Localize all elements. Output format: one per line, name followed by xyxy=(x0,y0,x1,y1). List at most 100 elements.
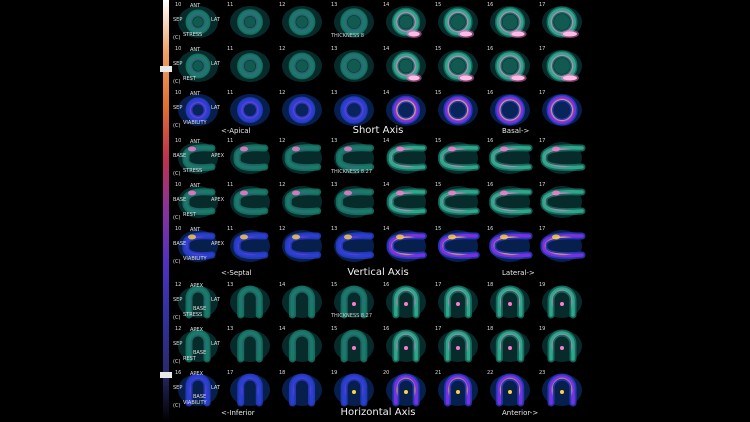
slice-number: 14 xyxy=(383,226,390,232)
slice-panel[interactable]: 15 xyxy=(433,46,483,86)
slice-panel[interactable]: 12 xyxy=(277,138,327,178)
slice-panel[interactable]: 16 xyxy=(485,46,535,86)
slice-panel[interactable]: 19 xyxy=(537,326,587,366)
row-prefix-label: (C) xyxy=(173,215,181,221)
slice-panel[interactable]: 12 xyxy=(277,182,327,222)
slice-panel[interactable]: 17 xyxy=(433,326,483,366)
slice-panel[interactable]: 16 xyxy=(485,90,535,130)
caption-left: <-Inferior xyxy=(221,409,255,417)
slice-panel[interactable]: 17 xyxy=(433,282,483,322)
slice-panel[interactable]: 15 xyxy=(329,326,379,366)
section-title: Short Axis xyxy=(352,125,404,136)
orientation-right-label: LAT xyxy=(211,297,220,303)
slice-number: 17 xyxy=(435,282,442,288)
slice-panel[interactable]: 16 xyxy=(381,282,431,322)
slice-panel[interactable]: 19 xyxy=(537,282,587,322)
slice-panel[interactable]: 15 xyxy=(433,182,483,222)
slice-panel[interactable]: 11 xyxy=(225,46,275,86)
slice-number: 15 xyxy=(331,282,338,288)
slice-image xyxy=(490,373,530,407)
slice-panel[interactable]: 11 xyxy=(225,226,275,266)
slice-panel[interactable]: 18 xyxy=(277,370,327,410)
slice-panel[interactable]: 16 xyxy=(485,226,535,266)
caption-right: Lateral-> xyxy=(502,269,535,277)
slice-image xyxy=(540,230,586,262)
perfusion-viewer: 10 11 12 13 THICKNESS 8 14 15 16 17 ANT SEP LAT (C) S… xyxy=(0,0,750,422)
slice-number: 16 xyxy=(383,326,390,332)
slice-panel[interactable]: 23 xyxy=(537,370,587,410)
row-prefix-label: (C) xyxy=(173,123,181,129)
slice-panel[interactable]: 15 xyxy=(433,226,483,266)
color-scale-bar xyxy=(163,0,169,422)
slice-number: 13 xyxy=(331,226,338,232)
row-type-label: STRESS xyxy=(183,312,203,318)
color-scale-marker-top[interactable] xyxy=(160,66,172,72)
slice-panel[interactable]: 14 xyxy=(381,90,431,130)
orientation-top-label: ANT xyxy=(190,183,201,189)
slice-panel[interactable]: 17 xyxy=(537,182,587,222)
slice-number: 16 xyxy=(487,182,494,188)
slice-panel[interactable]: 18 xyxy=(485,282,535,322)
slice-panel[interactable]: 17 xyxy=(225,370,275,410)
slice-panel[interactable]: 14 xyxy=(381,2,431,42)
slice-panel[interactable]: 12 xyxy=(277,90,327,130)
orientation-left-label: SEP xyxy=(173,385,183,391)
slice-number: 16 xyxy=(487,226,494,232)
slice-panel[interactable]: 11 xyxy=(225,90,275,130)
slice-panel[interactable]: 17 xyxy=(537,90,587,130)
slice-panel[interactable]: 14 xyxy=(381,138,431,178)
slice-image xyxy=(386,373,426,407)
slice-image xyxy=(230,94,270,126)
slice-image xyxy=(386,94,426,126)
slice-panel[interactable]: 14 xyxy=(277,282,327,322)
slice-panel[interactable]: 17 xyxy=(537,138,587,178)
slice-panel[interactable]: 12 xyxy=(277,46,327,86)
row-type-label: VIABILITY xyxy=(183,120,207,126)
slice-panel[interactable]: 12 xyxy=(277,2,327,42)
slice-panel[interactable]: 15 xyxy=(433,90,483,130)
slice-panel[interactable]: 17 xyxy=(537,226,587,266)
slice-panel[interactable]: 18 xyxy=(485,326,535,366)
slice-panel[interactable]: 13 xyxy=(329,46,379,86)
orientation-left-label: SEP xyxy=(173,105,183,111)
slice-panel[interactable]: 16 xyxy=(485,138,535,178)
slice-panel[interactable]: 21 xyxy=(433,370,483,410)
slice-panel[interactable]: 15 xyxy=(433,138,483,178)
slice-panel[interactable]: 11 xyxy=(225,2,275,42)
row-type-label: REST xyxy=(183,356,196,362)
slice-panel[interactable]: 15 THICKNESS 8.27 xyxy=(329,282,379,322)
slice-panel[interactable]: 20 xyxy=(381,370,431,410)
slice-panel[interactable]: 14 xyxy=(277,326,327,366)
slice-panel[interactable]: 16 xyxy=(485,182,535,222)
color-scale-marker-bottom[interactable] xyxy=(160,372,172,378)
slice-panel[interactable]: 14 xyxy=(381,226,431,266)
orientation-right-label: LAT xyxy=(211,105,220,111)
slice-panel[interactable]: 17 xyxy=(537,2,587,42)
slice-panel[interactable]: 22 xyxy=(485,370,535,410)
slice-panel[interactable]: 14 xyxy=(381,182,431,222)
slice-panel[interactable]: 13 xyxy=(329,182,379,222)
slice-panel[interactable]: 11 xyxy=(225,138,275,178)
slice-panel[interactable]: 16 xyxy=(485,2,535,42)
row-prefix-label: (C) xyxy=(173,315,181,321)
slice-panel[interactable]: 17 xyxy=(537,46,587,86)
slice-image xyxy=(540,186,586,218)
slice-panel[interactable]: 14 xyxy=(381,46,431,86)
slice-panel[interactable]: 19 xyxy=(329,370,379,410)
slice-panel[interactable]: 13 THICKNESS 8 xyxy=(329,2,379,42)
slice-panel[interactable]: 13 xyxy=(329,226,379,266)
slice-panel[interactable]: 13 xyxy=(225,282,275,322)
slice-panel[interactable]: 16 xyxy=(381,326,431,366)
row-prefix-label: (C) xyxy=(173,359,181,365)
slice-image xyxy=(386,186,427,218)
slice-image xyxy=(282,329,322,363)
orientation-top-label: ANT xyxy=(190,3,201,9)
slice-panel[interactable]: 13 THICKNESS 8.27 xyxy=(329,138,379,178)
slice-panel[interactable]: 15 xyxy=(433,2,483,42)
orientation-left-label: SEP xyxy=(173,297,183,303)
slice-panel[interactable]: 13 xyxy=(225,326,275,366)
slice-image xyxy=(386,285,426,319)
slice-panel[interactable]: 12 xyxy=(277,226,327,266)
slice-panel[interactable]: 11 xyxy=(225,182,275,222)
slice-panel[interactable]: 13 xyxy=(329,90,379,130)
